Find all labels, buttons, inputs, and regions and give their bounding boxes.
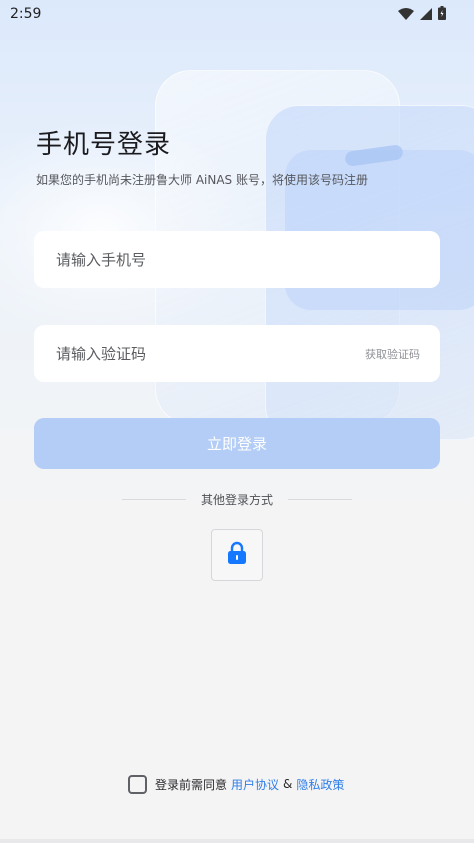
battery-icon (438, 5, 446, 24)
other-methods-label: 其他登录方式 (200, 492, 273, 507)
wifi-icon (398, 5, 414, 24)
page-subtitle: 如果您的手机尚未注册鲁大师 AiNAS 账号，将使用该号码注册 (36, 173, 368, 187)
agreement-amp: & (283, 777, 293, 791)
password-login-button[interactable] (211, 529, 263, 581)
page-title: 手机号登录 (36, 130, 172, 160)
phone-field[interactable] (34, 231, 440, 288)
other-methods-divider: 其他登录方式 (122, 490, 352, 508)
phone-input[interactable] (56, 250, 420, 269)
status-icons (398, 5, 446, 24)
status-time: 2:59 (10, 6, 42, 22)
agreement-prefix: 登录前需同意 (155, 777, 228, 792)
lock-icon (226, 541, 248, 569)
code-field[interactable]: 获取验证码 (34, 325, 440, 382)
user-agreement-link[interactable]: 用户协议 (231, 776, 279, 793)
get-code-button[interactable]: 获取验证码 (365, 346, 420, 362)
login-button[interactable]: 立即登录 (34, 418, 440, 469)
code-input[interactable] (56, 344, 365, 363)
divider-line (122, 498, 186, 500)
agreement-row: 登录前需同意 用户协议 & 隐私政策 (128, 774, 344, 794)
signal-icon (420, 5, 432, 24)
privacy-policy-link[interactable]: 隐私政策 (296, 776, 344, 793)
agreement-checkbox[interactable] (128, 774, 147, 794)
divider-line (287, 498, 352, 500)
navigation-bar (0, 839, 474, 843)
status-bar: 2:59 (0, 0, 474, 28)
